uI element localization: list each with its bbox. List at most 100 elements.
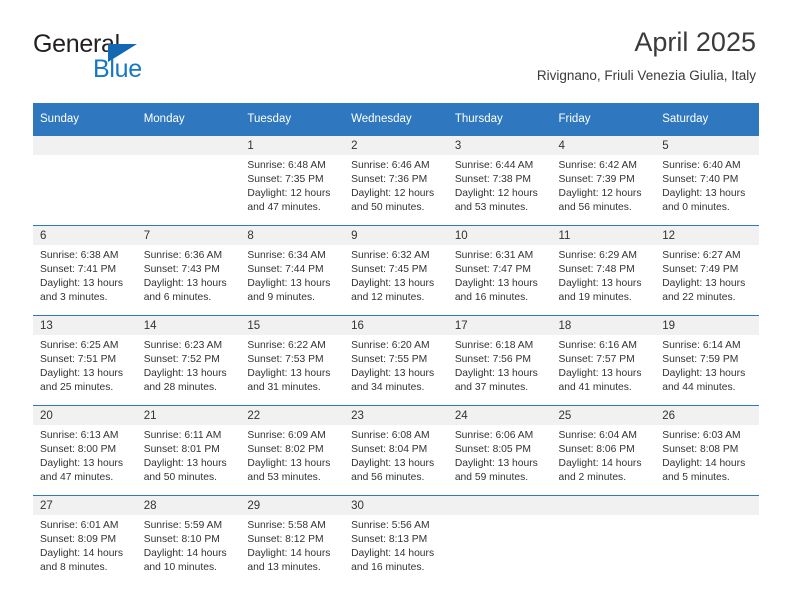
day-cell-details: Sunrise: 6:11 AM Sunset: 8:01 PM Daylight:… <box>137 425 241 485</box>
day-cell-details: Sunrise: 6:23 AM Sunset: 7:52 PM Daylight:… <box>137 335 241 395</box>
sunset-text: Sunset: 7:45 PM <box>351 264 428 276</box>
day-number: 22 <box>240 406 345 425</box>
day-number: 23 <box>344 406 448 425</box>
calendar-day-cell[interactable]: 9 Sunrise: 6:32 AM Sunset: 7:45 PM Daylight… <box>344 225 448 316</box>
calendar-day-cell[interactable]: 3 Sunrise: 6:44 AM Sunset: 7:38 PM Daylight… <box>447 135 552 226</box>
day-cell-details: Sunrise: 5:59 AM Sunset: 8:10 PM Daylight:… <box>137 515 241 575</box>
day-cell-inner: 9 Sunrise: 6:32 AM Sunset: 7:45 PM Daylight… <box>344 226 448 315</box>
day-cell-details: Sunrise: 6:29 AM Sunset: 7:48 PM Daylight:… <box>552 245 656 305</box>
daylight-text-line2: and 56 minutes. <box>558 202 632 214</box>
day-cell-details: Sunrise: 6:27 AM Sunset: 7:49 PM Daylight:… <box>655 245 759 305</box>
sunset-text: Sunset: 7:36 PM <box>351 174 428 186</box>
calendar-day-cell[interactable]: 22 Sunrise: 6:09 AM Sunset: 8:02 PM Dayligh… <box>240 405 345 496</box>
day-number: 17 <box>447 316 552 335</box>
daylight-text-line2: and 31 minutes. <box>247 382 321 394</box>
daylight-text-line2: and 50 minutes. <box>143 472 217 484</box>
calendar-day-cell[interactable]: 19 Sunrise: 6:14 AM Sunset: 7:59 PM Dayligh… <box>655 315 759 406</box>
daylight-text-line1: Daylight: 13 hours <box>143 458 227 470</box>
daylight-text-line2: and 50 minutes. <box>351 202 425 214</box>
calendar-day-cell[interactable]: 28 Sunrise: 5:59 AM Sunset: 8:10 PM Dayligh… <box>136 495 241 585</box>
calendar-day-cell[interactable]: 24 Sunrise: 6:06 AM Sunset: 8:05 PM Dayligh… <box>447 405 552 496</box>
calendar-day-cell[interactable]: 30 Sunrise: 5:56 AM Sunset: 8:13 PM Dayligh… <box>344 495 448 585</box>
calendar-day-cell-empty <box>33 135 137 226</box>
calendar-day-cell-empty <box>551 495 656 585</box>
calendar-day-cell[interactable]: 17 Sunrise: 6:18 AM Sunset: 7:56 PM Dayligh… <box>447 315 552 406</box>
day-number: 24 <box>447 406 552 425</box>
weekday-header-sunday: Sunday <box>33 103 137 136</box>
calendar-day-cell[interactable]: 21 Sunrise: 6:11 AM Sunset: 8:01 PM Dayligh… <box>136 405 241 496</box>
calendar-day-cell[interactable]: 1 Sunrise: 6:48 AM Sunset: 7:35 PM Daylight… <box>240 135 345 226</box>
generalblue-logo[interactable]: General Blue <box>33 30 233 85</box>
day-cell-details: Sunrise: 6:42 AM Sunset: 7:39 PM Daylight:… <box>552 155 656 215</box>
day-cell-details: Sunrise: 6:14 AM Sunset: 7:59 PM Daylight:… <box>655 335 759 395</box>
day-cell-details: Sunrise: 6:01 AM Sunset: 8:09 PM Daylight:… <box>33 515 137 575</box>
day-number: 3 <box>447 136 552 155</box>
sunset-text: Sunset: 7:51 PM <box>40 354 117 366</box>
day-cell-inner: 16 Sunrise: 6:20 AM Sunset: 7:55 PM Dayligh… <box>344 316 448 405</box>
day-number <box>551 496 656 515</box>
calendar-day-cell[interactable]: 26 Sunrise: 6:03 AM Sunset: 8:08 PM Dayligh… <box>655 405 759 496</box>
daylight-text-line1: Daylight: 13 hours <box>454 368 538 380</box>
day-cell-inner: 3 Sunrise: 6:44 AM Sunset: 7:38 PM Daylight… <box>447 136 552 225</box>
calendar-day-cell[interactable]: 2 Sunrise: 6:46 AM Sunset: 7:36 PM Daylight… <box>344 135 448 226</box>
day-cell-inner: 5 Sunrise: 6:40 AM Sunset: 7:40 PM Daylight… <box>655 136 759 225</box>
daylight-text-line1: Daylight: 14 hours <box>351 548 435 560</box>
calendar-day-cell[interactable]: 11 Sunrise: 6:29 AM Sunset: 7:48 PM Dayligh… <box>551 225 656 316</box>
calendar-day-cell[interactable]: 29 Sunrise: 5:58 AM Sunset: 8:12 PM Dayligh… <box>240 495 345 585</box>
calendar-day-cell[interactable]: 13 Sunrise: 6:25 AM Sunset: 7:51 PM Dayligh… <box>33 315 137 406</box>
sunrise-text: Sunrise: 5:59 AM <box>143 520 223 531</box>
day-number: 11 <box>551 226 656 245</box>
daylight-text-line2: and 19 minutes. <box>558 292 632 304</box>
sunset-text: Sunset: 7:38 PM <box>454 174 531 186</box>
calendar-day-cell[interactable]: 18 Sunrise: 6:16 AM Sunset: 7:57 PM Dayligh… <box>551 315 656 406</box>
day-number: 5 <box>655 136 759 155</box>
sunrise-text: Sunrise: 6:31 AM <box>454 250 534 261</box>
day-cell-inner: 17 Sunrise: 6:18 AM Sunset: 7:56 PM Dayligh… <box>447 316 552 405</box>
calendar-day-cell[interactable]: 4 Sunrise: 6:42 AM Sunset: 7:39 PM Daylight… <box>551 135 656 226</box>
calendar-day-cell[interactable]: 10 Sunrise: 6:31 AM Sunset: 7:47 PM Dayligh… <box>447 225 552 316</box>
calendar-day-cell[interactable]: 5 Sunrise: 6:40 AM Sunset: 7:40 PM Daylight… <box>655 135 759 226</box>
daylight-text-line1: Daylight: 13 hours <box>143 368 227 380</box>
calendar-day-cell[interactable]: 14 Sunrise: 6:23 AM Sunset: 7:52 PM Dayligh… <box>136 315 241 406</box>
sunset-text: Sunset: 8:01 PM <box>143 444 220 456</box>
day-cell-details: Sunrise: 6:32 AM Sunset: 7:45 PM Daylight:… <box>344 245 448 305</box>
day-number: 29 <box>240 496 345 515</box>
sunset-text: Sunset: 7:52 PM <box>143 354 220 366</box>
day-cell-inner: 21 Sunrise: 6:11 AM Sunset: 8:01 PM Dayligh… <box>136 406 241 495</box>
daylight-text-line1: Daylight: 13 hours <box>351 278 435 290</box>
calendar-day-cell[interactable]: 15 Sunrise: 6:22 AM Sunset: 7:53 PM Dayligh… <box>240 315 345 406</box>
calendar-week-row: 20 Sunrise: 6:13 AM Sunset: 8:00 PM Dayligh… <box>33 405 759 496</box>
day-cell-details: Sunrise: 6:44 AM Sunset: 7:38 PM Daylight:… <box>448 155 552 215</box>
sunrise-text: Sunrise: 6:04 AM <box>558 430 637 441</box>
calendar-day-cell[interactable]: 8 Sunrise: 6:34 AM Sunset: 7:44 PM Daylight… <box>240 225 345 316</box>
day-cell-details: Sunrise: 6:20 AM Sunset: 7:55 PM Daylight:… <box>344 335 448 395</box>
day-number: 27 <box>33 496 137 515</box>
calendar-day-cell[interactable]: 6 Sunrise: 6:38 AM Sunset: 7:41 PM Daylight… <box>33 225 137 316</box>
calendar-day-cell[interactable]: 23 Sunrise: 6:08 AM Sunset: 8:04 PM Dayligh… <box>344 405 448 496</box>
sunset-text: Sunset: 8:04 PM <box>351 444 428 456</box>
calendar-day-cell[interactable]: 25 Sunrise: 6:04 AM Sunset: 8:06 PM Dayligh… <box>551 405 656 496</box>
day-cell-details: Sunrise: 6:06 AM Sunset: 8:05 PM Daylight:… <box>448 425 552 485</box>
day-cell-inner: 24 Sunrise: 6:06 AM Sunset: 8:05 PM Dayligh… <box>447 406 552 495</box>
calendar-day-cell[interactable]: 20 Sunrise: 6:13 AM Sunset: 8:00 PM Dayligh… <box>33 405 137 496</box>
day-number: 1 <box>240 136 345 155</box>
daylight-text-line1: Daylight: 13 hours <box>558 368 642 380</box>
day-cell-inner: 18 Sunrise: 6:16 AM Sunset: 7:57 PM Dayligh… <box>551 316 656 405</box>
day-cell-details: Sunrise: 5:58 AM Sunset: 8:12 PM Daylight:… <box>240 515 344 575</box>
sunrise-text: Sunrise: 6:14 AM <box>662 340 741 351</box>
daylight-text-line2: and 47 minutes. <box>247 202 321 214</box>
sunrise-text: Sunrise: 6:34 AM <box>247 250 326 261</box>
daylight-text-line1: Daylight: 13 hours <box>662 278 746 290</box>
calendar-day-cell[interactable]: 16 Sunrise: 6:20 AM Sunset: 7:55 PM Dayligh… <box>344 315 448 406</box>
calendar-day-cell[interactable]: 27 Sunrise: 6:01 AM Sunset: 8:09 PM Dayligh… <box>33 495 137 585</box>
calendar-day-cell[interactable]: 7 Sunrise: 6:36 AM Sunset: 7:43 PM Daylight… <box>136 225 241 316</box>
daylight-text-line1: Daylight: 14 hours <box>40 548 123 560</box>
daylight-text-line2: and 16 minutes. <box>351 562 425 574</box>
day-number: 15 <box>240 316 345 335</box>
day-cell-details: Sunrise: 6:40 AM Sunset: 7:40 PM Daylight:… <box>655 155 759 215</box>
calendar-day-cell[interactable]: 12 Sunrise: 6:27 AM Sunset: 7:49 PM Dayligh… <box>655 225 759 316</box>
sunset-text: Sunset: 7:40 PM <box>662 174 739 186</box>
daylight-text-line2: and 6 minutes. <box>143 292 212 304</box>
day-number: 21 <box>136 406 241 425</box>
day-cell-inner: 11 Sunrise: 6:29 AM Sunset: 7:48 PM Dayligh… <box>551 226 656 315</box>
